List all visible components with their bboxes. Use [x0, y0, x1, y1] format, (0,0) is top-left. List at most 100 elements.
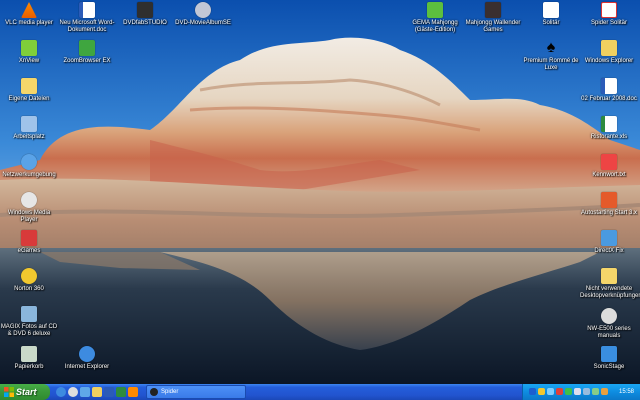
desktop-icon-label: Mahjongg Wallender Games	[465, 20, 521, 33]
tray-misc-icon[interactable]	[601, 388, 608, 395]
spider-icon	[150, 388, 158, 396]
tray-bluetooth-icon[interactable]	[529, 388, 536, 395]
desktop-icon-vlc[interactable]: VLC media player	[0, 2, 58, 27]
desktop-icon-label: MAGIX Fotos auf CD & DVD 6 deluxe	[0, 324, 58, 337]
norton-icon	[21, 268, 37, 284]
quicklaunch-explorer-icon[interactable]	[92, 387, 102, 397]
word-document-icon	[79, 2, 95, 18]
desktop-icon-sonicstage[interactable]: SonicStage	[580, 346, 638, 371]
desktop-icon-label: Norton 360	[14, 286, 44, 292]
desktop-icon-norton[interactable]: Norton 360	[0, 268, 58, 293]
autostart-icon	[601, 192, 617, 208]
magix-icon	[21, 306, 37, 322]
desktop-icon-label: Kennwort.txt	[592, 172, 626, 178]
windows-explorer-icon	[601, 40, 617, 56]
desktop-icon-egames[interactable]: eGames	[0, 230, 58, 255]
mahjongg-2-icon	[485, 2, 501, 18]
desktop-icon-label: Papierkorb	[14, 364, 44, 370]
desktop-icon-nw-e500[interactable]: NW-E500 series manuals	[580, 308, 638, 340]
quicklaunch-media-icon[interactable]	[68, 387, 78, 397]
desktop-icon-label: DirectX Fix	[594, 248, 624, 254]
desktop-icon-autostart[interactable]: Autostarting Start 3.x	[580, 192, 638, 217]
desktop-icon-label: Autostarting Start 3.x	[580, 210, 638, 216]
desktop-icon-label: Neu Microsoft Word-Dokument.doc	[59, 20, 115, 33]
desktop-icon-internet-explorer[interactable]: Internet Explorer	[58, 346, 116, 371]
desktop-icon-kennwort-txt[interactable]: Kennwort.txt	[580, 154, 638, 179]
desktop-icon-label: DVDfabSTUDIO	[123, 20, 167, 26]
mahjongg-icon	[427, 2, 443, 18]
desktop-icon-februar-doc[interactable]: 02 Februar 2008.doc	[580, 78, 638, 103]
desktop-icon-spider-solitaer[interactable]: Spider Solitär	[580, 2, 638, 27]
spider-solitaire-icon	[601, 2, 617, 18]
desktop-icon-dvd-movie-album[interactable]: DVD-MovieAlbumSE	[174, 2, 232, 27]
desktop-icon-label: Solitär	[542, 20, 560, 26]
tray-usb-icon[interactable]	[592, 388, 599, 395]
quicklaunch-ie-icon[interactable]	[56, 387, 66, 397]
desktop-icon-label: Internet Explorer	[64, 364, 110, 370]
egames-icon	[21, 230, 37, 246]
desktop-icon-directx[interactable]: DirectX Fix	[580, 230, 638, 255]
desktop-icon-ristorante-xls[interactable]: Ristorante.xls	[580, 116, 638, 141]
desktop-icon-zoombrowser[interactable]: ZoomBrowser EX	[58, 40, 116, 65]
quicklaunch-desktop-icon[interactable]	[80, 387, 90, 397]
desktop-icon-label: 02 Februar 2008.doc	[581, 96, 637, 102]
dvd-movie-album-icon	[195, 2, 211, 18]
desktop-icon-xnview[interactable]: XnView	[0, 40, 58, 65]
sonicstage-icon	[601, 346, 617, 362]
recycle-bin-icon	[21, 346, 37, 362]
desktop-icon-label: Nicht verwendete Desktopverknüpfungen	[580, 286, 640, 299]
tray-update-icon[interactable]	[565, 388, 572, 395]
desktop-icon-media-player[interactable]: Windows Media Player	[0, 192, 58, 224]
start-button[interactable]: Start	[0, 384, 50, 400]
zoombrowser-icon	[79, 40, 95, 56]
desktop-icon-label: eGames	[17, 248, 41, 254]
manual-icon	[601, 308, 617, 324]
taskbar-button-label: Spider	[161, 389, 179, 395]
quicklaunch-vlc-icon[interactable]	[128, 387, 138, 397]
desktop-icon-label: Eigene Dateien	[8, 96, 50, 102]
windows-logo-icon	[4, 387, 14, 397]
taskbar-button-spider[interactable]: Spider	[146, 385, 246, 399]
desktop-icon-dvd-studio[interactable]: DVDfabSTUDIO	[116, 2, 174, 27]
solitaire-icon	[543, 2, 559, 18]
desktop-icon-papierkorb[interactable]: Papierkorb	[0, 346, 58, 371]
desktop-icon-windows-explorer[interactable]: Windows Explorer	[580, 40, 638, 65]
quicklaunch-word-icon[interactable]	[104, 387, 114, 397]
desktop-icon-gema-mahjongg[interactable]: GEMA Mahjongg (Gäste-Edition)	[406, 2, 464, 34]
excel-icon	[601, 116, 617, 132]
clock[interactable]: 15:58	[619, 384, 634, 400]
taskbar: Start Spider 15:58	[0, 384, 640, 400]
tray-volume-icon[interactable]	[574, 388, 581, 395]
desktop-icon-arbeitsplatz[interactable]: Arbeitsplatz	[0, 116, 58, 141]
network-icon	[21, 154, 37, 170]
directx-icon	[601, 230, 617, 246]
desktop-icon-label: Spider Solitär	[590, 20, 628, 26]
quicklaunch-excel-icon[interactable]	[116, 387, 126, 397]
desktop-icon-eigene-dateien[interactable]: Eigene Dateien	[0, 78, 58, 103]
vlc-cone-icon	[21, 2, 37, 18]
desktop-icon-label: DVD-MovieAlbumSE	[175, 20, 231, 26]
dvd-studio-icon	[137, 2, 153, 18]
desktop-icon-label: Arbeitsplatz	[13, 134, 45, 140]
tray-shield-icon[interactable]	[556, 388, 563, 395]
desktop-icon-solitaer[interactable]: Solitär	[522, 2, 580, 27]
desktop-icon-word-doc[interactable]: Neu Microsoft Word-Dokument.doc	[58, 2, 116, 34]
desktop-icon-nicht-verwendete[interactable]: Nicht verwendete Desktopverknüpfungen	[580, 268, 640, 300]
xnview-icon	[21, 40, 37, 56]
desktop-icon-label: SonicStage	[593, 364, 625, 370]
folder-icon	[21, 78, 37, 94]
desktop-icon-mahjongg-wallender[interactable]: Mahjongg Wallender Games	[464, 2, 522, 34]
word-document-icon	[601, 78, 617, 94]
desktop-icon-label: Premium Rommé de Luxe	[523, 58, 579, 71]
desktop-icon-premium-romme[interactable]: ♠ Premium Rommé de Luxe	[522, 40, 580, 72]
desktop-icon-netzwerkumgebung[interactable]: Netzwerkumgebung	[0, 154, 58, 179]
media-player-icon	[21, 192, 37, 208]
desktop-icon-label: XnView	[18, 58, 40, 64]
tray-display-icon[interactable]	[583, 388, 590, 395]
desktop-icon-label: NW-E500 series manuals	[587, 326, 631, 339]
tray-network-icon[interactable]	[547, 388, 554, 395]
desktop-icon-magix[interactable]: MAGIX Fotos auf CD & DVD 6 deluxe	[0, 306, 58, 338]
tray-norton-icon[interactable]	[538, 388, 545, 395]
desktop-icon-label: Ristorante.xls	[590, 134, 628, 140]
desktop-icon-label: Netzwerkumgebung	[2, 172, 56, 178]
